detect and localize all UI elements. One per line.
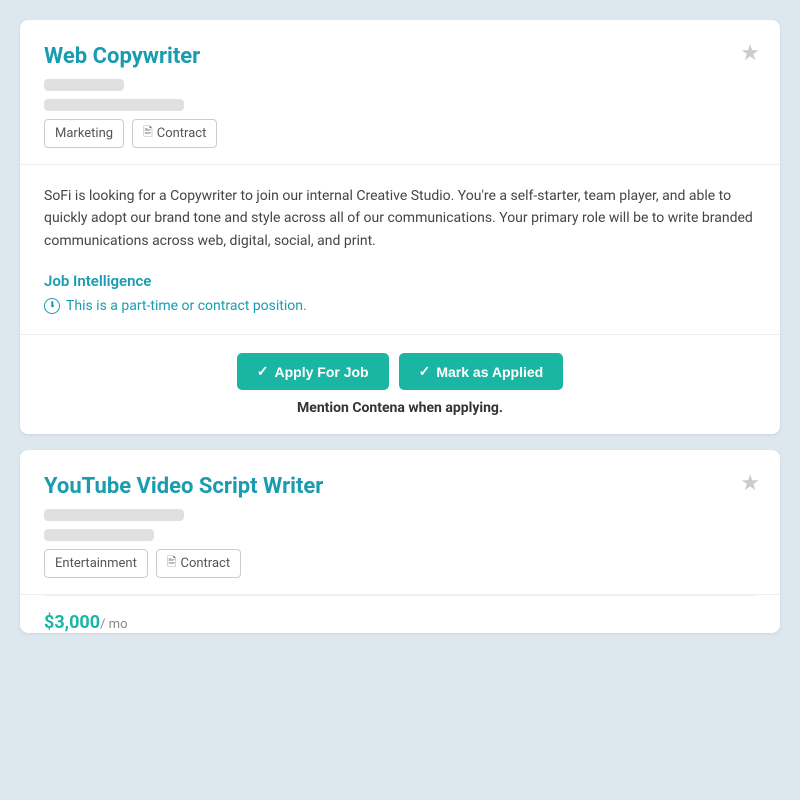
- skeleton-line-2-yt: [44, 529, 154, 541]
- clock-icon: [44, 298, 60, 314]
- job-card-web-copywriter: Web Copywriter Marketing 🖹 Contract ★ So…: [20, 20, 780, 434]
- job-intelligence-text: This is a part-time or contract position…: [66, 298, 307, 314]
- tag-contract: 🖹 Contract: [132, 119, 217, 148]
- mention-contena-text: Mention Contena when applying.: [297, 400, 503, 416]
- mark-check-icon: ✓: [419, 363, 431, 380]
- salary-amount: $3,000: [44, 612, 100, 633]
- doc-icon: 🖹: [143, 123, 153, 144]
- job-intelligence-section: Job Intelligence This is a part-time or …: [44, 272, 756, 314]
- skeleton-line-1-yt: [44, 509, 184, 521]
- job-title-web-copywriter: Web Copywriter: [44, 44, 756, 69]
- skeleton-line-2: [44, 99, 184, 111]
- card-body-web-copywriter: SoFi is looking for a Copywriter to join…: [20, 165, 780, 334]
- job-card-youtube-script-writer: YouTube Video Script Writer Entertainmen…: [20, 450, 780, 633]
- doc-icon-yt: 🖹: [167, 553, 177, 574]
- mark-as-applied-button[interactable]: ✓ Mark as Applied: [399, 353, 564, 390]
- card-footer-web-copywriter: ✓ Apply For Job ✓ Mark as Applied Mentio…: [20, 334, 780, 434]
- apply-check-icon: ✓: [257, 363, 269, 380]
- skeleton-line-1: [44, 79, 124, 91]
- favorite-button-web-copywriter[interactable]: ★: [740, 42, 760, 64]
- apply-for-job-button[interactable]: ✓ Apply For Job: [237, 353, 389, 390]
- tags-container: Marketing 🖹 Contract: [44, 119, 756, 148]
- salary-unit: / mo: [100, 617, 127, 632]
- job-intelligence-title: Job Intelligence: [44, 272, 756, 290]
- tag-entertainment: Entertainment: [44, 549, 148, 578]
- action-buttons: ✓ Apply For Job ✓ Mark as Applied: [237, 353, 563, 390]
- mark-button-label: Mark as Applied: [436, 364, 543, 380]
- card-header-web-copywriter: Web Copywriter Marketing 🖹 Contract ★: [20, 20, 780, 165]
- tag-contract-yt-label: Contract: [180, 556, 230, 571]
- salary-section: $3,000/ mo: [20, 596, 780, 633]
- tag-contract-label: Contract: [157, 126, 207, 141]
- tag-marketing: Marketing: [44, 119, 124, 148]
- job-description-web-copywriter: SoFi is looking for a Copywriter to join…: [44, 185, 756, 252]
- job-intelligence-item: This is a part-time or contract position…: [44, 298, 756, 314]
- card-header-youtube: YouTube Video Script Writer Entertainmen…: [20, 450, 780, 595]
- favorite-button-youtube[interactable]: ★: [740, 472, 760, 494]
- apply-button-label: Apply For Job: [275, 364, 369, 380]
- tag-marketing-label: Marketing: [55, 126, 113, 141]
- job-title-youtube: YouTube Video Script Writer: [44, 474, 756, 499]
- tags-container-yt: Entertainment 🖹 Contract: [44, 549, 756, 578]
- tag-contract-yt: 🖹 Contract: [156, 549, 241, 578]
- tag-entertainment-label: Entertainment: [55, 556, 137, 571]
